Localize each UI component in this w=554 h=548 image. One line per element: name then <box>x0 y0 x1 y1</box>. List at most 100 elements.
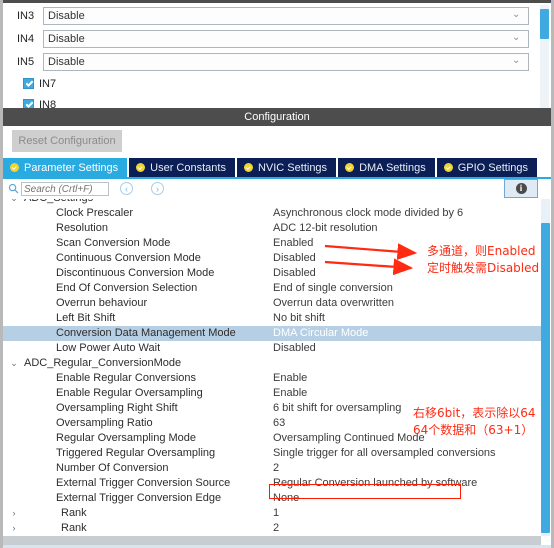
checkbox-row-in8[interactable]: IN8 <box>3 95 551 108</box>
chevron-right-icon[interactable]: › <box>9 521 19 536</box>
tree-row-value[interactable]: Disabled <box>273 251 316 266</box>
tree-row-label: Rank <box>61 522 87 534</box>
tree-row[interactable]: Triggered Regular Oversampling Single tri… <box>3 446 541 461</box>
tree-row-value[interactable]: End of single conversion <box>273 281 393 296</box>
tree-row-value[interactable]: 63 <box>273 416 285 431</box>
info-button[interactable]: i <box>504 179 538 198</box>
tree-row[interactable]: Regular Oversampling Mode Oversampling Co… <box>3 431 541 446</box>
tree-row[interactable]: Left Bit Shift No bit shift <box>3 311 541 326</box>
tree-row-label: Left Bit Shift <box>56 312 116 324</box>
tree-row[interactable]: Number Of Conversion 2 <box>3 461 541 476</box>
tree-row-value[interactable]: Disabled <box>273 266 316 281</box>
tree-row[interactable]: Scan Conversion Mode Enabled <box>3 236 541 251</box>
tab-nvic-settings[interactable]: NVIC Settings <box>236 158 337 177</box>
chevron-down-icon[interactable]: ⌄ <box>9 356 19 371</box>
tree-row-value[interactable]: Enable <box>273 371 307 386</box>
tree-row-value[interactable]: Disabled <box>273 341 316 356</box>
tab-parameter-settings[interactable]: Parameter Settings <box>3 158 128 177</box>
next-result-button[interactable]: › <box>151 182 164 195</box>
tab-dma-settings[interactable]: DMA Settings <box>338 158 435 177</box>
tree-row-value[interactable]: 2 <box>273 521 279 536</box>
top-panel-scrollbar[interactable] <box>540 5 549 108</box>
tab-nvic-settings-label: NVIC Settings <box>257 161 328 174</box>
tree-row-label: Triggered Regular Oversampling <box>56 447 216 459</box>
tree-row[interactable]: › Rank 1 <box>3 506 541 521</box>
chevron-right-icon[interactable]: › <box>9 506 19 521</box>
tree-row[interactable]: ⌄ ADC_Settings <box>3 199 541 206</box>
checkbox-label-in8: IN8 <box>39 98 57 109</box>
input-label-in5: IN5 <box>17 55 35 68</box>
checkbox-in8[interactable] <box>23 99 34 108</box>
tree-row[interactable]: Discontinuous Conversion Mode Disabled <box>3 266 541 281</box>
parameter-tree-rows: ⌄ ADC_SettingsClock Prescaler Asynchronous… <box>3 199 541 536</box>
chevron-down-icon: ⌄ <box>512 54 521 66</box>
tree-row-label: Conversion Data Management Mode <box>56 327 236 339</box>
tree-row[interactable]: Low Power Auto Wait Disabled <box>3 341 541 356</box>
tree-row-value[interactable]: 1 <box>273 506 279 521</box>
input-label-in3: IN3 <box>17 9 35 22</box>
tree-row-label: External Trigger Conversion Edge <box>56 492 222 504</box>
checkbox-row-in7[interactable]: IN7 <box>3 74 551 93</box>
tree-row[interactable]: External Trigger Conversion Edge None <box>3 491 541 506</box>
parameter-tree-horizontal-scrollbar[interactable] <box>3 536 541 545</box>
previous-result-button[interactable]: ‹ <box>120 182 133 195</box>
tree-row[interactable]: Enable Regular Conversions Enable <box>3 371 541 386</box>
tree-row-label: Regular Oversampling Mode <box>56 432 197 444</box>
checkbox-in7[interactable] <box>23 78 34 89</box>
tab-bar: Parameter Settings User Constants NVIC S… <box>3 158 551 177</box>
tree-row-label: Oversampling Ratio <box>56 417 153 429</box>
tree-row[interactable]: ⌄ ADC_Regular_ConversionMode <box>3 356 541 371</box>
tree-row-value[interactable]: 2 <box>273 461 279 476</box>
tree-row[interactable]: Conversion Data Management Mode DMA Circu… <box>3 326 541 341</box>
tree-row-label: Oversampling Right Shift <box>56 402 178 414</box>
tree-row-label: Resolution <box>56 222 108 234</box>
chevron-down-icon[interactable]: ⌄ <box>9 199 19 206</box>
tree-row-label: Discontinuous Conversion Mode <box>56 267 215 279</box>
input-select-in4-value: Disable <box>48 32 85 45</box>
tree-row-value[interactable]: Asynchronous clock mode divided by 6 <box>273 206 463 221</box>
input-select-in3[interactable]: Disable ⌄ <box>43 6 529 25</box>
tree-row-label: Number Of Conversion <box>56 462 169 474</box>
tree-row[interactable]: Enable Regular Oversampling Enable <box>3 386 541 401</box>
check-circle-icon <box>345 163 355 172</box>
input-select-in4[interactable]: Disable ⌄ <box>43 29 529 48</box>
toolbar: Reset Configuration <box>3 126 551 158</box>
tab-gpio-settings[interactable]: GPIO Settings <box>436 158 538 177</box>
tree-row-label: Continuous Conversion Mode <box>56 252 201 264</box>
tree-row-value[interactable]: Oversampling Continued Mode <box>273 431 425 446</box>
tree-row[interactable]: Oversampling Right Shift 6 bit shift for … <box>3 401 541 416</box>
tree-row-value[interactable]: None <box>273 491 299 506</box>
tree-row-value[interactable]: DMA Circular Mode <box>273 326 368 341</box>
tree-row[interactable]: Oversampling Ratio 63 <box>3 416 541 431</box>
parameter-tree-vertical-scrollbar[interactable] <box>541 199 550 536</box>
input-select-in5[interactable]: Disable ⌄ <box>43 52 529 71</box>
tree-row[interactable]: External Trigger Conversion Source Regula… <box>3 476 541 491</box>
tree-row-value[interactable]: Single trigger for all oversampled conve… <box>273 446 496 461</box>
tree-row[interactable]: Clock Prescaler Asynchronous clock mode d… <box>3 206 541 221</box>
tree-row-label: Overrun behaviour <box>56 297 148 309</box>
top-panel-scrollbar-thumb[interactable] <box>540 9 549 39</box>
check-circle-icon <box>443 163 453 172</box>
tab-user-constants[interactable]: User Constants <box>129 158 235 177</box>
check-circle-icon <box>10 163 19 172</box>
tree-row[interactable]: Overrun behaviour Overrun data overwritte… <box>3 296 541 311</box>
tree-row-value[interactable]: ADC 12-bit resolution <box>273 221 378 236</box>
search-input[interactable] <box>21 182 109 196</box>
input-select-in3-value: Disable <box>48 9 85 22</box>
reset-configuration-button[interactable]: Reset Configuration <box>12 130 122 152</box>
tab-dma-settings-label: DMA Settings <box>359 161 426 174</box>
tree-row[interactable]: End Of Conversion Selection End of single… <box>3 281 541 296</box>
tree-row-value[interactable]: Overrun data overwritten <box>273 296 394 311</box>
tree-row[interactable]: › Rank 2 <box>3 521 541 536</box>
parameter-tree-vertical-thumb[interactable] <box>541 223 550 533</box>
tree-row-value[interactable]: Regular Conversion launched by software <box>273 476 477 491</box>
tree-row-value[interactable]: Enabled <box>273 236 313 251</box>
tree-row-value[interactable]: No bit shift <box>273 311 325 326</box>
tree-row-label: ADC_Settings <box>24 199 93 206</box>
tree-row[interactable]: Continuous Conversion Mode Disabled <box>3 251 541 266</box>
tree-row-value[interactable]: Enable <box>273 386 307 401</box>
tree-row-value[interactable]: 6 bit shift for oversampling <box>273 401 401 416</box>
tree-row[interactable]: Resolution ADC 12-bit resolution <box>3 221 541 236</box>
tab-user-constants-label: User Constants <box>150 161 226 174</box>
info-icon: i <box>515 182 527 194</box>
